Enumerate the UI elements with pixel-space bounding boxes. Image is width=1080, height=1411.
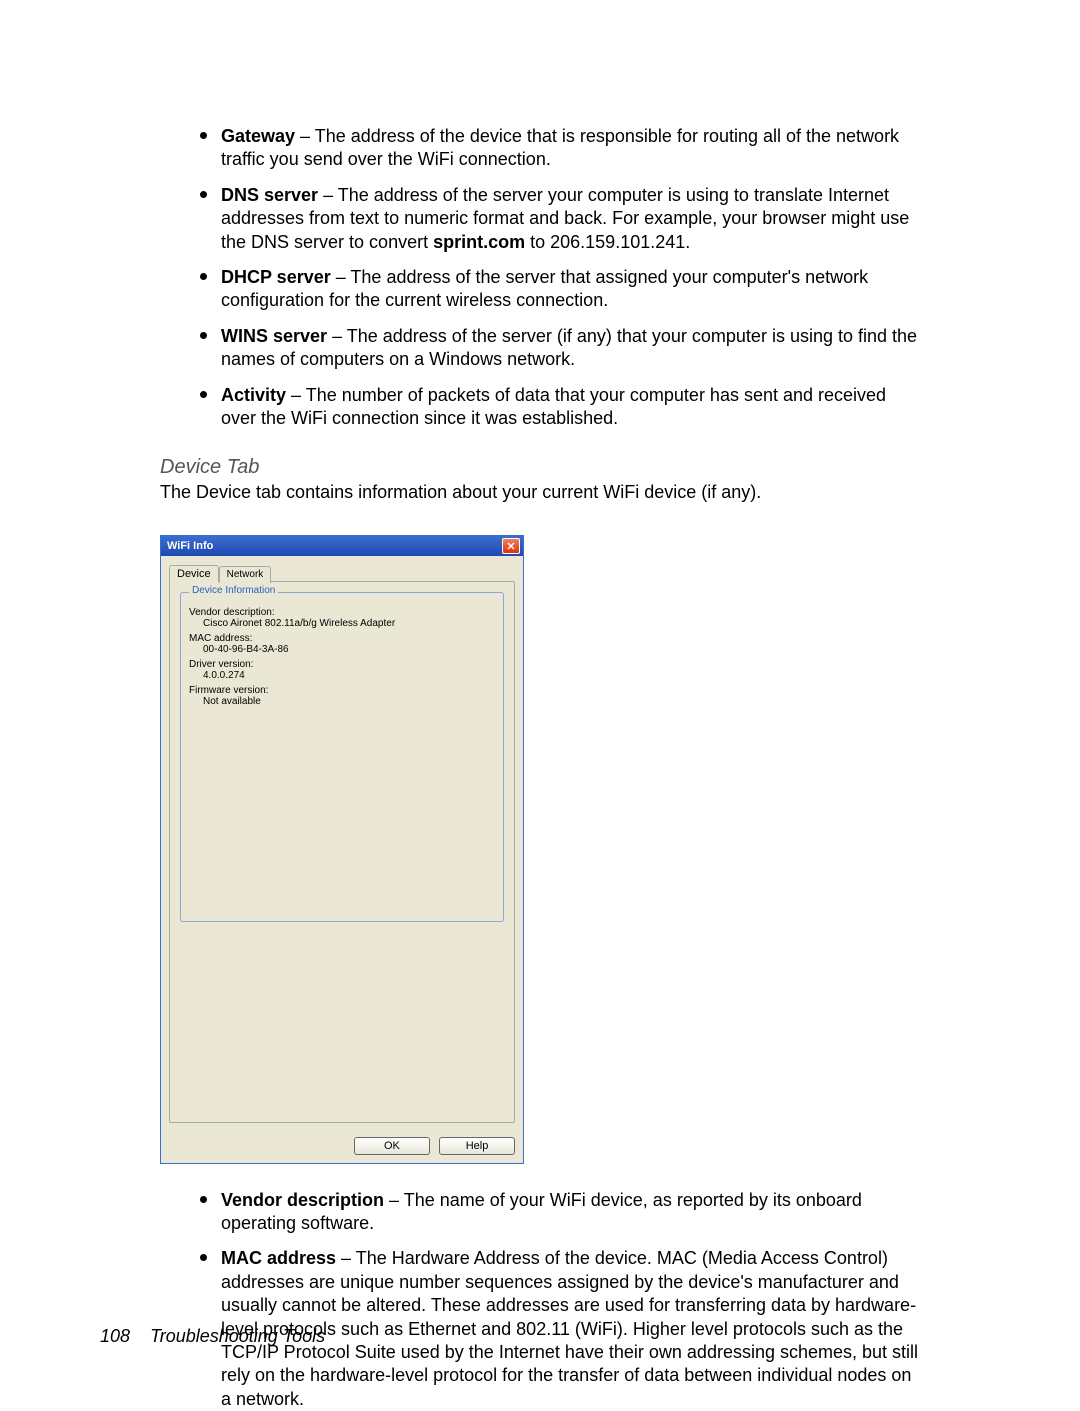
vendor-value: Cisco Aironet 802.11a/b/g Wireless Adapt… (203, 618, 495, 629)
bullet-icon (200, 132, 207, 139)
sep: – (295, 126, 315, 146)
close-icon[interactable] (502, 538, 520, 554)
desc-after: to 206.159.101.241. (525, 232, 690, 252)
bullet-activity: Activity – The number of packets of data… (200, 384, 920, 431)
tab-device[interactable]: Device (169, 565, 219, 582)
sep: – (331, 267, 351, 287)
sep: – (384, 1190, 404, 1210)
vendor-label: Vendor description: (189, 607, 495, 618)
bullet-icon (200, 391, 207, 398)
mac-label: MAC address: (189, 633, 495, 644)
bullet-icon (200, 273, 207, 280)
page-footer: 108 Troubleshooting Tools (100, 1326, 325, 1347)
term: DHCP server (221, 267, 331, 287)
tab-network[interactable]: Network (219, 566, 272, 583)
desc: The number of packets of data that your … (221, 385, 886, 428)
wifi-info-window: WiFi Info Device Network Device Informat… (160, 535, 524, 1164)
firmware-value: Not available (203, 696, 495, 707)
term: DNS server (221, 185, 318, 205)
term: MAC address (221, 1248, 336, 1268)
inline-bold: sprint.com (433, 232, 525, 252)
driver-value: 4.0.0.274 (203, 670, 495, 681)
term: Gateway (221, 126, 295, 146)
group-legend: Device Information (189, 585, 278, 596)
bullet-icon (200, 1196, 207, 1203)
help-button[interactable]: Help (439, 1137, 515, 1155)
section-intro: The Device tab contains information abou… (160, 481, 920, 504)
dialog-button-row: OK Help (161, 1131, 523, 1163)
ok-button[interactable]: OK (354, 1137, 430, 1155)
bullet-dns: DNS server – The address of the server y… (200, 184, 920, 254)
tab-panel-device: Device Information Vendor description: C… (169, 581, 515, 1123)
bullet-list-top: Gateway – The address of the device that… (200, 125, 920, 430)
bullet-icon (200, 332, 207, 339)
desc: The Hardware Address of the device. MAC … (221, 1248, 918, 1408)
bullet-icon (200, 191, 207, 198)
term: Vendor description (221, 1190, 384, 1210)
sep: – (336, 1248, 356, 1268)
section-heading: Device Tab (160, 456, 920, 479)
sep: – (327, 326, 347, 346)
bullet-dhcp: DHCP server – The address of the server … (200, 266, 920, 313)
bullet-gateway: Gateway – The address of the device that… (200, 125, 920, 172)
term: WINS server (221, 326, 327, 346)
firmware-label: Firmware version: (189, 685, 495, 696)
sep: – (318, 185, 338, 205)
titlebar: WiFi Info (161, 536, 523, 556)
window-title: WiFi Info (167, 540, 502, 552)
desc: The address of the device that is respon… (221, 126, 899, 169)
bullet-vendor-description: Vendor description – The name of your Wi… (200, 1189, 920, 1236)
bullet-list-bottom: Vendor description – The name of your Wi… (200, 1189, 920, 1411)
bullet-icon (200, 1254, 207, 1261)
term: Activity (221, 385, 286, 405)
device-information-group: Device Information Vendor description: C… (180, 592, 504, 922)
sep: – (286, 385, 306, 405)
tab-strip: Device Network (169, 564, 515, 581)
mac-value: 00-40-96-B4-3A-86 (203, 644, 495, 655)
bullet-wins: WINS server – The address of the server … (200, 325, 920, 372)
footer-title: Troubleshooting Tools (150, 1326, 325, 1346)
page-number: 108 (100, 1326, 130, 1346)
driver-label: Driver version: (189, 659, 495, 670)
